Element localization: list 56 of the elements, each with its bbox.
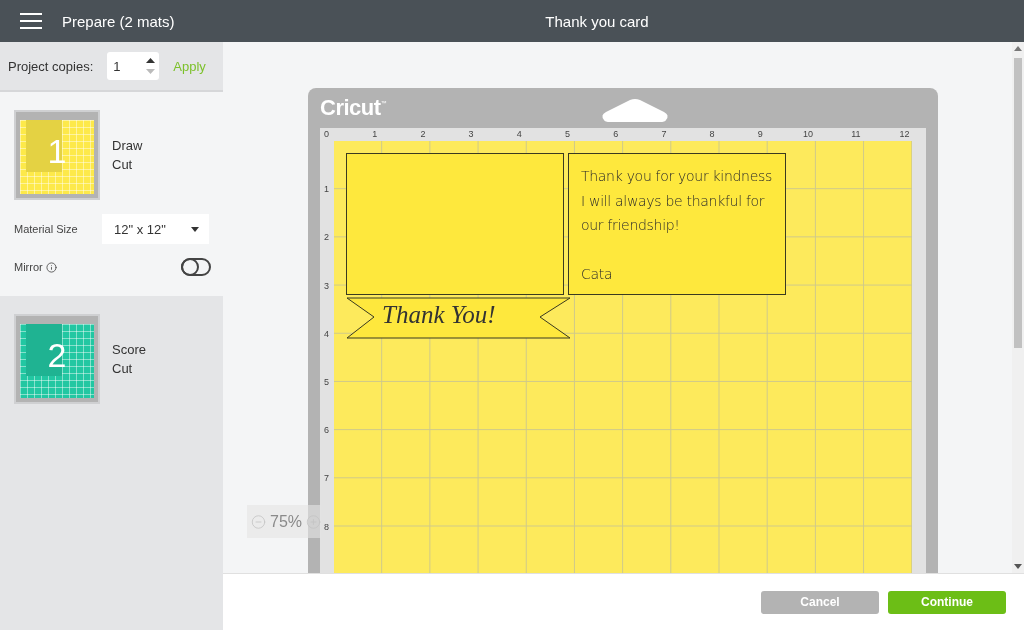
- info-icon[interactable]: [45, 261, 57, 273]
- material-size-label: Material Size: [14, 223, 78, 235]
- mat-thumbnail[interactable]: 1: [14, 110, 100, 200]
- ruler-number: 3: [468, 130, 474, 139]
- card-text: Thank you for your kindness: [581, 167, 772, 186]
- mirror-label: Mirror: [14, 261, 43, 273]
- mat-number: 2: [46, 338, 68, 372]
- mat-panel[interactable]: 1 Draw Cut Material Size 12" x 12" Mirror: [0, 92, 223, 296]
- menu-icon[interactable]: [20, 13, 42, 29]
- ruler-number: 0: [324, 130, 329, 139]
- scrollbar[interactable]: [1012, 42, 1024, 573]
- stepper-icon[interactable]: [146, 57, 156, 75]
- cancel-button[interactable]: Cancel: [761, 590, 879, 614]
- operation-label: Cut: [112, 157, 134, 172]
- ruler-number: 3: [324, 281, 329, 291]
- ruler-number: 11: [851, 130, 861, 139]
- ruler-number: 5: [565, 130, 570, 139]
- ruler-number: 5: [324, 378, 329, 387]
- copies-label: Project copies:: [8, 58, 94, 74]
- card-text: I will always be thankful for: [581, 191, 766, 211]
- card-signature: Cata: [581, 265, 614, 284]
- hanger-notch-icon: [600, 98, 670, 122]
- project-title: Thank you card: [545, 12, 649, 30]
- operation-label: Cut: [112, 361, 134, 376]
- ruler-number: 10: [803, 130, 813, 139]
- ruler-number: 7: [324, 474, 329, 484]
- card-text: our friendship!: [581, 216, 681, 235]
- zoom-level: 75%: [270, 512, 302, 531]
- copies-field[interactable]: 1: [107, 52, 160, 80]
- ruler-number: 4: [324, 329, 329, 339]
- ruler-number: 2: [420, 130, 426, 139]
- mat-thumbnail[interactable]: 2: [14, 314, 100, 404]
- ruler-number: 6: [613, 130, 619, 139]
- caret-icon: [191, 226, 199, 232]
- ruler-number: 7: [661, 130, 667, 139]
- apply-link[interactable]: Apply: [173, 58, 206, 74]
- operation-label: Draw: [112, 138, 143, 153]
- page-title: Prepare (2 mats): [62, 12, 175, 30]
- ruler-number: 6: [324, 426, 329, 436]
- scroll-down-icon[interactable]: [1014, 564, 1022, 569]
- continue-button[interactable]: Continue: [888, 590, 1006, 614]
- operation-label: Score: [112, 342, 146, 357]
- ruler-number: 1: [372, 130, 378, 139]
- ruler-number: 4: [516, 130, 522, 139]
- material-size-dropdown[interactable]: 12" x 12": [102, 214, 209, 244]
- ruler-number: 1: [324, 185, 329, 195]
- ruler-number: 8: [709, 130, 715, 139]
- mat-number: 1: [46, 134, 68, 168]
- ruler-number: 2: [324, 233, 329, 243]
- ruler-number: 12: [899, 130, 910, 139]
- mirror-toggle[interactable]: [181, 258, 211, 276]
- ruler-number: 9: [757, 130, 763, 139]
- logo: Cricut: [320, 95, 381, 121]
- ruler-number: 8: [324, 522, 329, 532]
- banner-text: Thank You!: [382, 301, 496, 329]
- scroll-up-icon[interactable]: [1014, 46, 1022, 51]
